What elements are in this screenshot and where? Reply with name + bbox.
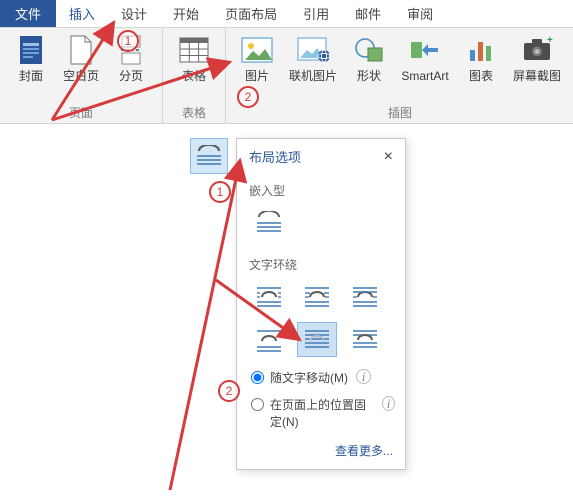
- chart-button[interactable]: 图表: [456, 32, 506, 85]
- picture-button[interactable]: 图片: [232, 32, 282, 85]
- page-break-label: 分页: [119, 69, 143, 83]
- layout-option-tight[interactable]: [297, 279, 337, 314]
- group-tables: 表格 表格: [163, 28, 226, 123]
- info-icon[interactable]: i: [356, 369, 371, 384]
- see-more-link[interactable]: 查看更多...: [335, 444, 393, 458]
- group-tables-label: 表格: [169, 102, 219, 121]
- tab-review[interactable]: 审阅: [394, 0, 446, 27]
- online-picture-button[interactable]: 联机图片: [282, 32, 344, 85]
- layout-option-square[interactable]: [249, 279, 289, 314]
- picture-label: 图片: [245, 69, 269, 83]
- fix-position-input[interactable]: [251, 398, 264, 411]
- fix-position-label: 在页面上的位置固定(N): [270, 396, 374, 430]
- fix-position-radio[interactable]: 在页面上的位置固定(N) i: [237, 390, 405, 434]
- ribbon: 封面 空白页 分页 页面 表格: [0, 28, 573, 124]
- cover-page-label: 封面: [19, 69, 43, 83]
- wrap-section-label: 文字环绕: [237, 246, 405, 279]
- layout-popup-title: 布局选项: [249, 147, 301, 166]
- group-illustrations: 图片 联机图片 形状 SmartArt: [226, 28, 573, 123]
- layout-option-topbottom[interactable]: [249, 322, 289, 357]
- cover-page-icon: [15, 34, 47, 66]
- blank-page-icon: [65, 34, 97, 66]
- smartart-icon: [409, 34, 441, 66]
- inline-section-label: 嵌入型: [237, 172, 405, 205]
- tab-references[interactable]: 引用: [290, 0, 342, 27]
- svg-text:+: +: [547, 36, 553, 46]
- tab-layout[interactable]: 页面布局: [212, 0, 290, 27]
- move-with-text-input[interactable]: [251, 371, 264, 384]
- group-pages-label: 页面: [6, 102, 156, 121]
- tab-insert[interactable]: 插入: [56, 0, 108, 27]
- screenshot-icon: +: [521, 34, 553, 66]
- annotation-circle-1b: 1: [209, 181, 231, 203]
- online-picture-icon: [297, 34, 329, 66]
- blank-page-button[interactable]: 空白页: [56, 32, 106, 85]
- chart-label: 图表: [469, 69, 493, 83]
- blank-page-label: 空白页: [63, 69, 99, 83]
- table-button[interactable]: 表格: [169, 32, 219, 85]
- online-picture-label: 联机图片: [289, 69, 337, 83]
- layout-option-front[interactable]: [345, 322, 385, 357]
- move-with-text-radio[interactable]: 随文字移动(M) i: [237, 363, 405, 390]
- shapes-icon: [353, 34, 385, 66]
- layout-option-inline[interactable]: [249, 205, 289, 240]
- screenshot-button[interactable]: + 屏幕截图: [506, 32, 568, 85]
- screenshot-label: 屏幕截图: [513, 69, 561, 83]
- tab-file[interactable]: 文件: [0, 0, 56, 27]
- chart-icon: [465, 34, 497, 66]
- tab-bar: 文件 插入 设计 开始 页面布局 引用 邮件 审阅: [0, 0, 573, 28]
- shapes-label: 形状: [357, 69, 381, 83]
- tab-design[interactable]: 设计: [108, 0, 160, 27]
- layout-options-popup: 布局选项 × 嵌入型 文字环绕 随文字移动(M) i: [236, 138, 406, 470]
- shapes-button[interactable]: 形状: [344, 32, 394, 85]
- cover-page-button[interactable]: 封面: [6, 32, 56, 85]
- smartart-label: SmartArt: [401, 69, 448, 83]
- table-icon: [178, 34, 210, 66]
- group-illustrations-label: 插图: [232, 102, 568, 121]
- layout-options-anchor[interactable]: [190, 138, 228, 174]
- tab-mailings[interactable]: 邮件: [342, 0, 394, 27]
- table-label: 表格: [182, 69, 206, 83]
- page-break-icon: [115, 34, 147, 66]
- group-pages: 封面 空白页 分页 页面: [0, 28, 163, 123]
- page-break-button[interactable]: 分页: [106, 32, 156, 85]
- close-icon[interactable]: ×: [382, 149, 395, 165]
- smartart-button[interactable]: SmartArt: [394, 32, 456, 85]
- picture-icon: [241, 34, 273, 66]
- info-icon-2[interactable]: i: [382, 396, 395, 411]
- tab-home[interactable]: 开始: [160, 0, 212, 27]
- layout-options-anchor-icon: [195, 145, 223, 167]
- layout-option-behind[interactable]: [297, 322, 337, 357]
- layout-option-through[interactable]: [345, 279, 385, 314]
- move-with-text-label: 随文字移动(M): [270, 369, 348, 386]
